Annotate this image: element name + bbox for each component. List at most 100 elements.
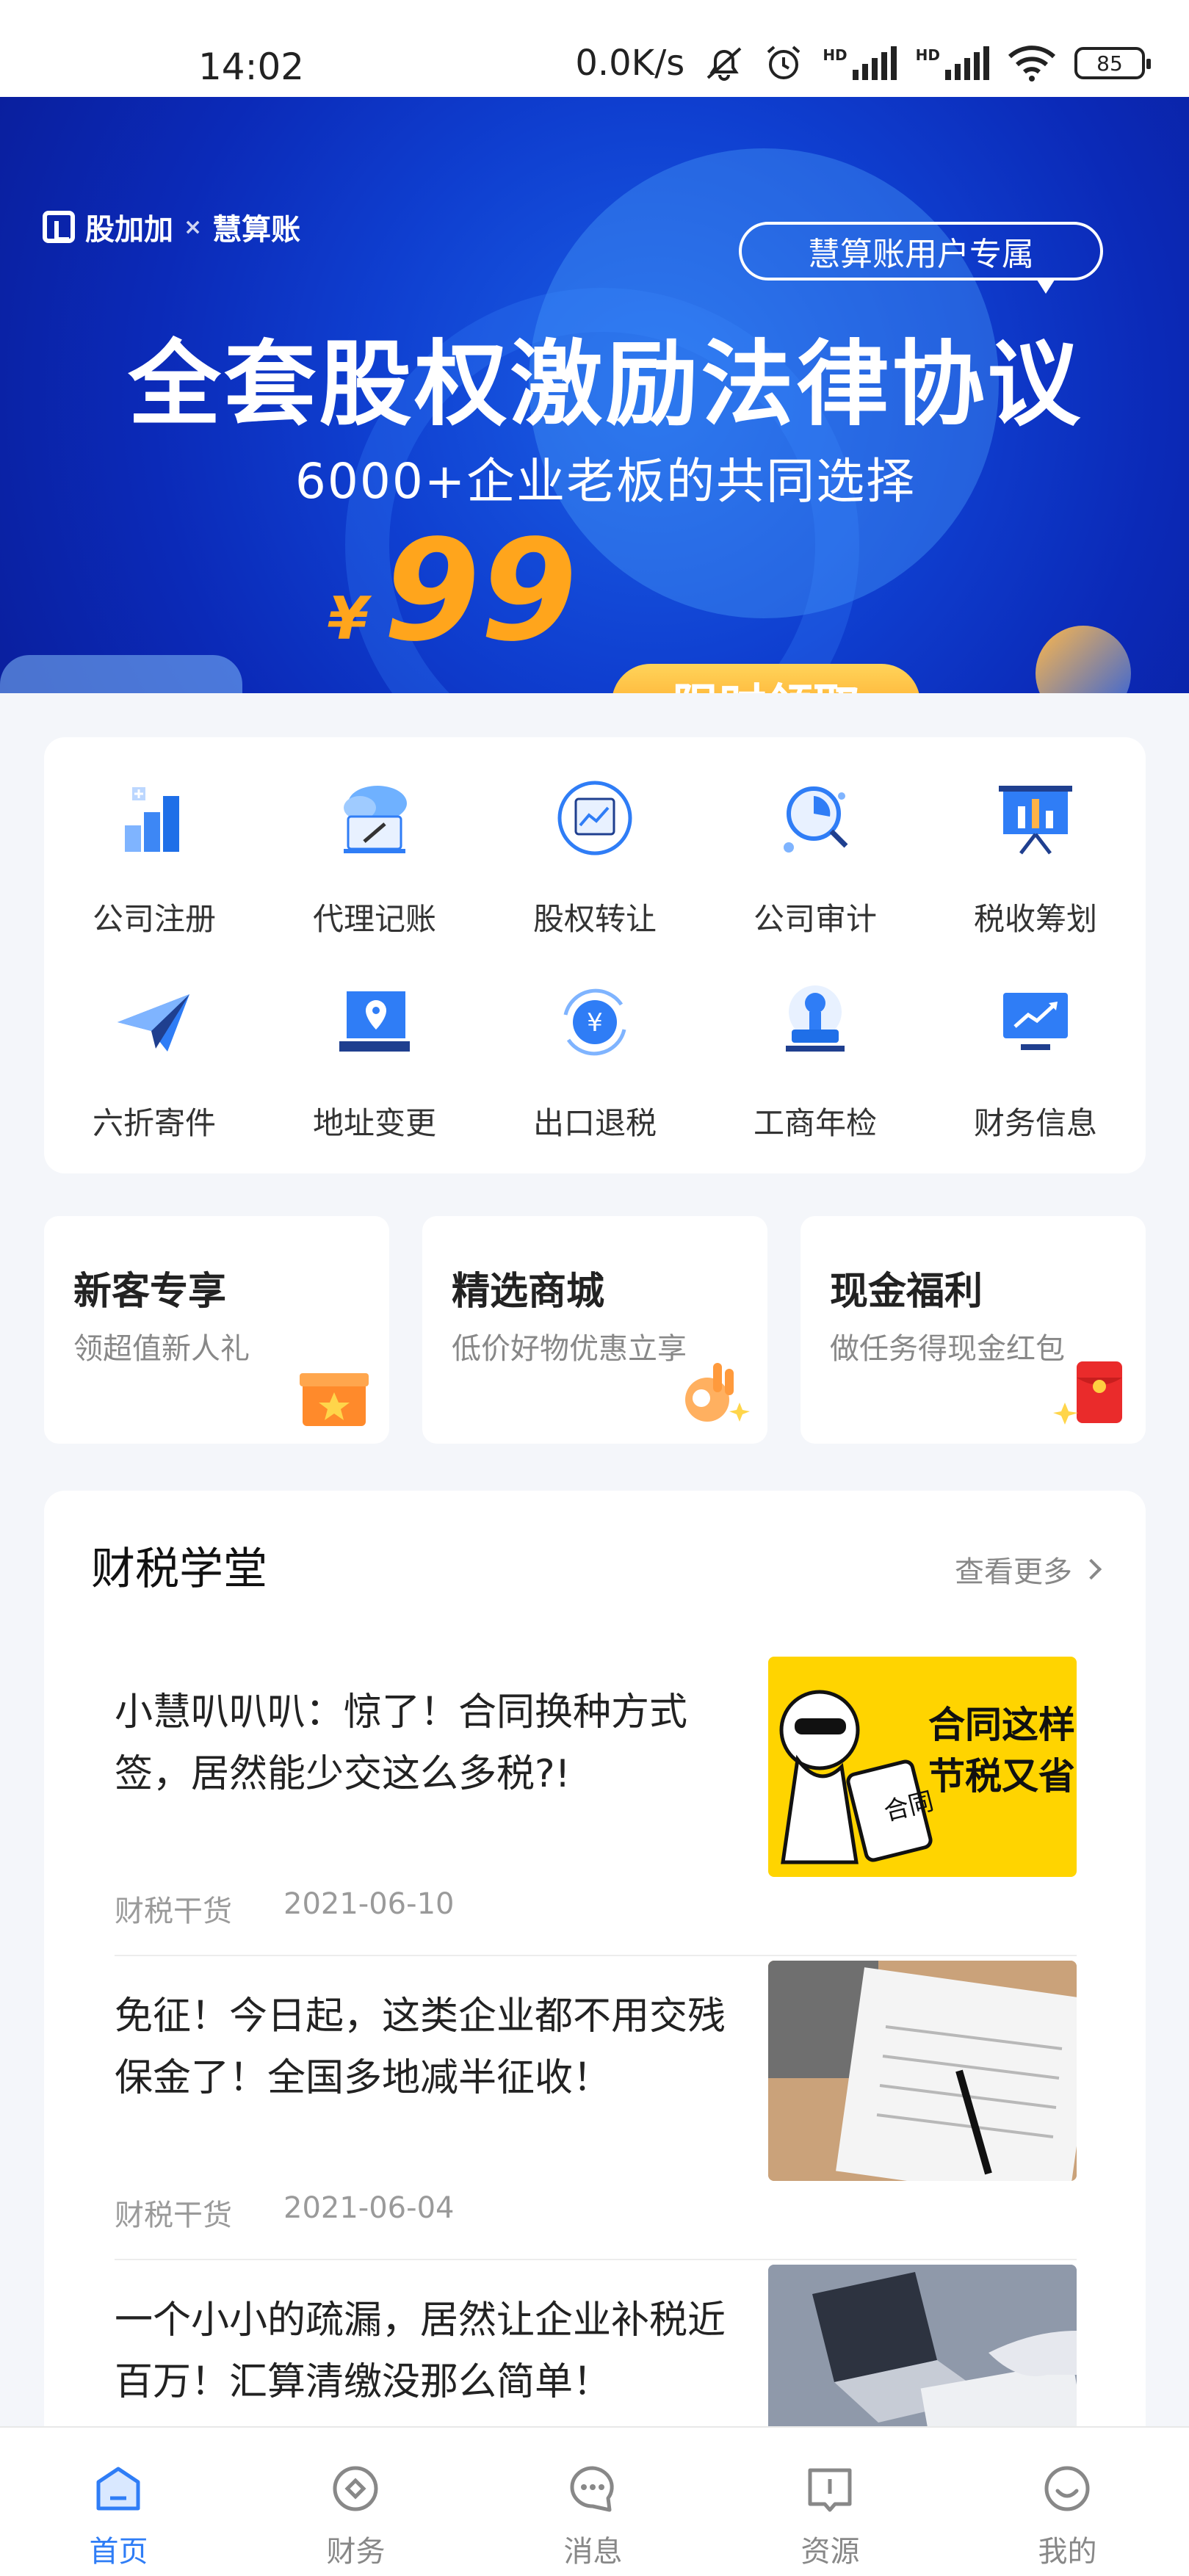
service-label: 地址变更 [312, 1105, 436, 1141]
promo-card-cash[interactable]: 现金福利 做任务得现金红包 [801, 1216, 1146, 1444]
brand-logos: 股加加 × 慧算账 [43, 206, 300, 248]
brand-separator: × [184, 214, 203, 240]
message-icon [570, 2466, 614, 2512]
finance-school-section: 财税学堂 查看更多 小慧叭叭叭：惊了！合同换种方式签，居然能少交这么多税?! 财… [44, 1491, 1146, 2485]
price-currency: ¥ [328, 585, 369, 653]
service-equity-transfer[interactable]: 股权转让 [485, 737, 705, 937]
thumb-text-2: 节税又省 [928, 1755, 1075, 1798]
service-discount-shipping[interactable]: 六折寄件 [44, 941, 264, 1141]
svg-text:¥: ¥ [587, 1008, 603, 1038]
service-label: 工商年检 [753, 1105, 877, 1141]
section-title: 财税学堂 [91, 1544, 267, 1595]
service-label: 公司注册 [92, 901, 216, 937]
documents-photo-image [768, 1961, 1077, 2181]
article-date: 2021-06-10 [283, 1887, 455, 1921]
brand-right: 慧算账 [212, 213, 301, 247]
ok-hand-icon [685, 1363, 750, 1422]
wifi-icon [1008, 46, 1055, 82]
article-thumbnail [768, 1961, 1077, 2181]
profile-icon [1044, 2466, 1090, 2511]
service-label: 出口退税 [532, 1105, 657, 1141]
battery-icon: 85 [1074, 47, 1151, 79]
address-change-icon [339, 991, 410, 1052]
service-audit[interactable]: 公司审计 [705, 737, 925, 937]
status-icons: 0.0K/s HD HD 85 [575, 43, 1151, 84]
exclusive-badge: 慧算账用户专属 [739, 222, 1103, 294]
home-icon [96, 2467, 140, 2511]
claim-now-button[interactable]: 限时领取 [612, 664, 920, 693]
signal-icon-sim1: HD [823, 46, 897, 80]
article-thumbnail: 合同 合同这样 节税又省 [768, 1657, 1077, 1877]
tab-finance[interactable]: 财务 [237, 2428, 474, 2576]
article-title: 小慧叭叭叭：惊了！合同换种方式签，居然能少交这么多税?! [115, 1690, 688, 1796]
red-envelope-icon [1053, 1361, 1122, 1425]
paper-plane-icon [118, 994, 189, 1052]
gift-box-icon [300, 1373, 369, 1426]
audit-icon [784, 786, 848, 853]
mute-bell-icon [706, 47, 742, 81]
promo-subtitle: 低价好物优惠立享 [452, 1332, 687, 1366]
article-meta: 财税干货 2021-06-10 [115, 1887, 454, 1930]
tax-refund-icon: ¥ [563, 988, 626, 1056]
promo-title: 新客专享 [73, 1270, 227, 1314]
bookkeeping-icon [344, 786, 407, 853]
article-meta: 财税干货 2021-06-04 [115, 2191, 454, 2234]
chevron-right-icon [1080, 1558, 1102, 1580]
service-annual-inspection[interactable]: 工商年检 [705, 941, 925, 1141]
article-item[interactable]: 免征！今日起，这类企业都不用交残保金了！全国多地减半征收！ 财税干货 2021-… [115, 1956, 1077, 2260]
promo-banner[interactable]: 股加加 × 慧算账 慧算账用户专属 全套股权激励法律协议 6000+企业老板的共… [0, 97, 1189, 693]
thumb-text-1: 合同这样 [928, 1704, 1075, 1746]
tab-profile[interactable]: 我的 [949, 2428, 1186, 2576]
promo-subtitle: 做任务得现金红包 [830, 1332, 1065, 1366]
company-register-icon [125, 787, 179, 852]
article-title: 一个小小的疏漏，居然让企业补税近百万！汇算清缴没那么简单！ [115, 2298, 726, 2404]
bottom-tab-bar: 首页 财务 消息 资源 我的 [0, 2426, 1189, 2576]
view-more-link[interactable]: 查看更多 [955, 1548, 1102, 1591]
equity-transfer-icon [557, 781, 632, 855]
net-speed: 0.0K/s [575, 43, 685, 84]
alarm-icon [767, 46, 801, 79]
service-label: 公司审计 [753, 901, 877, 937]
cartoon-thumbnail-image: 合同 合同这样 节税又省 [779, 1690, 1075, 1864]
resource-icon [808, 2468, 852, 2512]
service-bookkeeping[interactable]: 代理记账 [264, 737, 485, 937]
annual-inspection-icon [786, 985, 845, 1052]
article-date: 2021-06-04 [283, 2191, 455, 2225]
promo-title: 精选商城 [452, 1270, 605, 1314]
banner-headline: 全套股权激励法律协议 [128, 330, 1083, 438]
tab-home[interactable]: 首页 [0, 2428, 237, 2576]
tab-label: 资源 [801, 2535, 860, 2569]
article-category: 财税干货 [115, 1895, 232, 1928]
brand-logo-icon [43, 211, 75, 243]
article-item[interactable]: 小慧叭叭叭：惊了！合同换种方式签，居然能少交这么多税?! 财税干货 2021-0… [115, 1652, 1077, 1956]
service-label: 财务信息 [973, 1105, 1097, 1141]
status-time: 14:02 [198, 46, 305, 88]
service-label: 股权转让 [532, 901, 657, 937]
article-title: 免征！今日起，这类企业都不用交残保金了！全国多地减半征收！ [115, 1994, 726, 2100]
service-label: 代理记账 [312, 901, 436, 937]
finance-info-icon [1003, 993, 1068, 1050]
service-finance-info[interactable]: 财务信息 [925, 941, 1146, 1141]
service-tax-planning[interactable]: 税收筹划 [925, 737, 1146, 937]
service-label: 六折寄件 [92, 1105, 216, 1141]
tab-resources[interactable]: 资源 [712, 2428, 949, 2576]
service-label: 税收筹划 [973, 901, 1097, 937]
finance-icon [333, 2466, 378, 2511]
service-company-register[interactable]: 公司注册 [44, 737, 264, 937]
service-grid: 公司注册 代理记账 股权转让 公司审计 税收筹划 六折寄件 地址变更 ¥ 出口退… [44, 737, 1146, 1173]
service-export-tax-refund[interactable]: ¥ 出口退税 [485, 941, 705, 1141]
signal-icon-sim2: HD [916, 46, 989, 80]
article-category: 财税干货 [115, 2199, 232, 2232]
promo-card-mall[interactable]: 精选商城 低价好物优惠立享 [422, 1216, 767, 1444]
price-value: 99 [383, 510, 578, 672]
tab-messages[interactable]: 消息 [474, 2428, 712, 2576]
service-address-change[interactable]: 地址变更 [264, 941, 485, 1141]
status-bar: 14:02 0.0K/s HD HD 85 [0, 0, 1189, 97]
tab-label: 首页 [89, 2535, 148, 2569]
tab-label: 财务 [326, 2535, 386, 2569]
promo-card-new-customer[interactable]: 新客专享 领超值新人礼 [44, 1216, 389, 1444]
tab-label: 消息 [563, 2535, 623, 2569]
tab-label: 我的 [1038, 2535, 1097, 2569]
view-more-label: 查看更多 [955, 1555, 1072, 1589]
promo-title: 现金福利 [830, 1270, 983, 1314]
